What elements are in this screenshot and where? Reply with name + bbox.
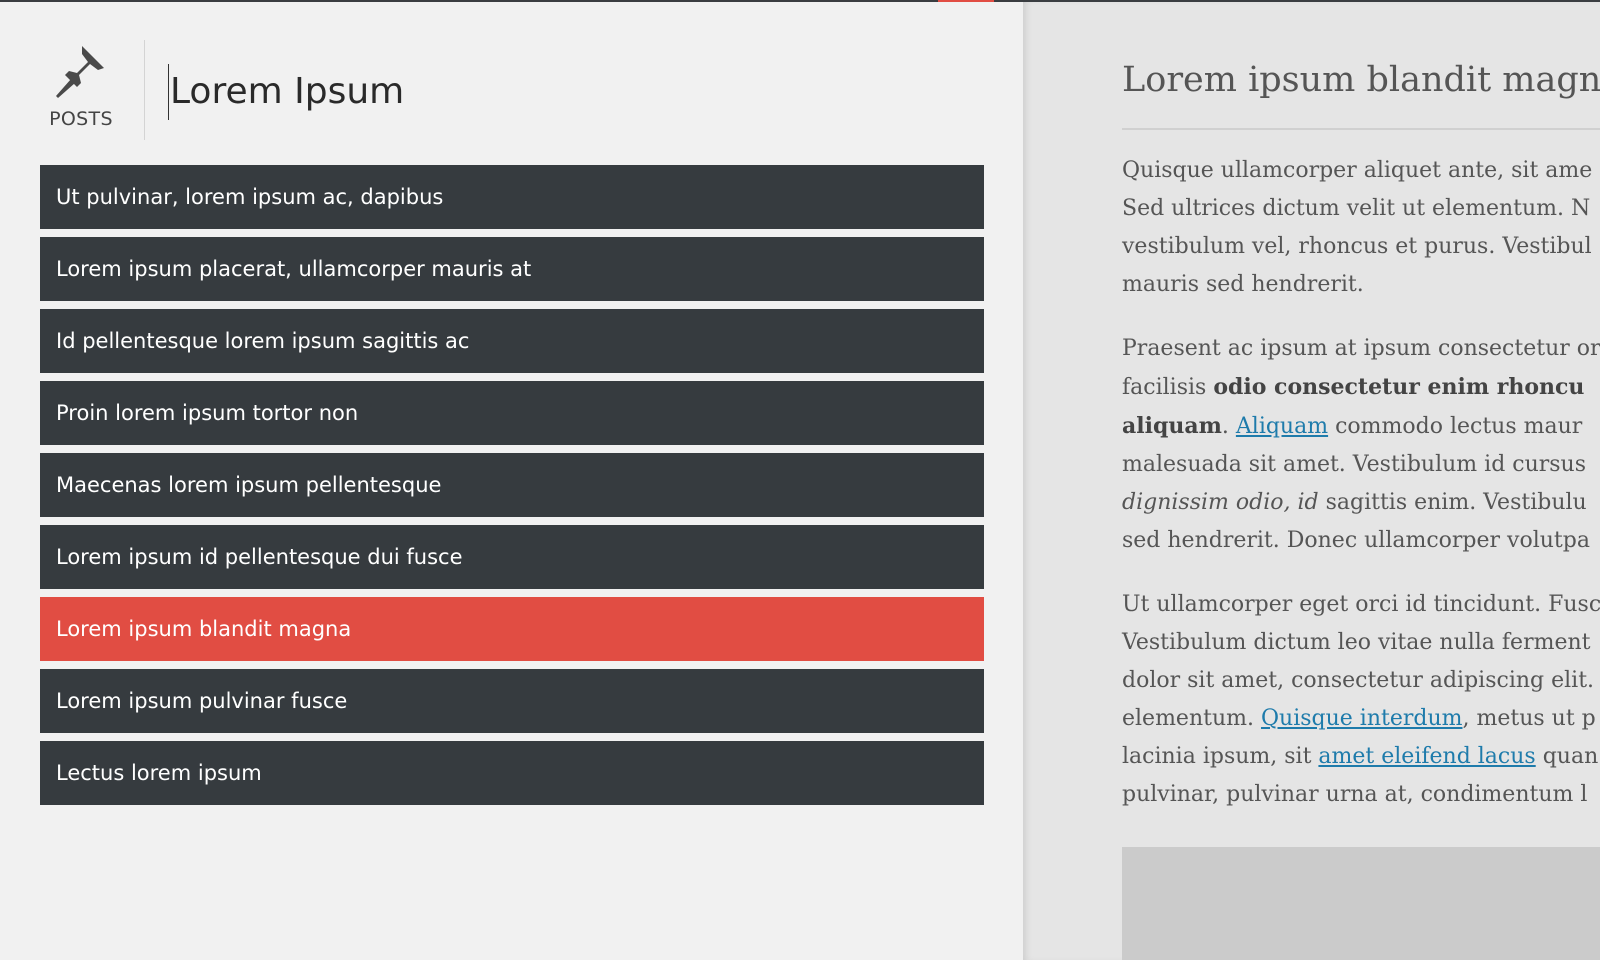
text-line: Ut ullamcorper eget orci id tincidunt. F… [1122, 592, 1600, 617]
text-line: aliquam. Aliquam commodo lectus maur [1122, 407, 1600, 446]
posts-menu[interactable]: POSTS [40, 42, 122, 140]
post-list-item[interactable]: Ut pulvinar, lorem ipsum ac, dapibus [40, 165, 984, 229]
text-run: . [1221, 414, 1236, 439]
preview-body: Quisque ullamcorper aliquet ante, sit am… [1122, 152, 1600, 840]
preview-divider [1122, 128, 1600, 130]
text-run: lacinia ipsum, sit [1122, 744, 1319, 769]
text-line: pulvinar, pulvinar urna at, condimentum … [1122, 782, 1588, 807]
text-line: malesuada sit amet. Vestibulum id cursus [1122, 452, 1587, 477]
pushpin-icon [56, 46, 104, 98]
post-preview-panel: Lorem ipsum blandit magna Quisque ullamc… [1023, 2, 1600, 960]
divider [144, 40, 145, 140]
text-line: mauris sed hendrerit. [1122, 272, 1364, 297]
post-title-input[interactable] [168, 64, 990, 120]
post-list-item[interactable]: Lectus lorem ipsum [40, 741, 984, 805]
text-line: Sed ultrices dictum velit ut elementum. … [1122, 196, 1591, 221]
text-run: elementum. [1122, 706, 1261, 731]
bold-text: aliquam [1122, 413, 1222, 439]
post-list: Ut pulvinar, lorem ipsum ac, dapibus Lor… [40, 165, 984, 813]
text-line: Vestibulum dictum leo vitae nulla fermen… [1122, 630, 1591, 655]
text-run: sagittis enim. Vestibulu [1318, 490, 1587, 515]
inline-link[interactable]: Quisque interdum [1261, 706, 1463, 731]
text-line: elementum. Quisque interdum, metus ut p [1122, 700, 1600, 738]
text-line: Praesent ac ipsum at ipsum consectetur o… [1122, 336, 1600, 361]
text-line: dignissim odio, id sagittis enim. Vestib… [1122, 484, 1600, 522]
posts-panel: POSTS Ut pulvinar, lorem ipsum ac, dapib… [0, 2, 1023, 960]
post-list-item[interactable]: Proin lorem ipsum tortor non [40, 381, 984, 445]
posts-label: POSTS [49, 108, 113, 130]
text-line: facilisis odio consectetur enim rhoncu [1122, 368, 1600, 407]
bold-text: odio consectetur enim rhoncu [1213, 374, 1585, 400]
preview-paragraph: Quisque ullamcorper aliquet ante, sit am… [1122, 152, 1600, 304]
text-line: Quisque ullamcorper aliquet ante, sit am… [1122, 158, 1593, 183]
italic-text: dignissim odio, id [1122, 490, 1319, 515]
text-line: sed hendrerit. Donec ullamcorper volutpa [1122, 528, 1590, 553]
post-list-item[interactable]: Lorem ipsum id pellentesque dui fusce [40, 525, 984, 589]
preview-paragraph: Praesent ac ipsum at ipsum consectetur o… [1122, 330, 1600, 560]
text-run: , metus ut p [1462, 706, 1596, 731]
inline-link[interactable]: Aliquam [1236, 414, 1328, 439]
post-list-item-active[interactable]: Lorem ipsum blandit magna [40, 597, 984, 661]
inline-link[interactable]: amet eleifend lacus [1318, 744, 1535, 769]
image-placeholder [1122, 847, 1600, 960]
text-run: facilisis [1122, 375, 1214, 400]
preview-title: Lorem ipsum blandit magna [1122, 60, 1600, 100]
text-run: commodo lectus maur [1328, 414, 1583, 439]
post-list-item[interactable]: Id pellentesque lorem ipsum sagittis ac [40, 309, 984, 373]
text-run: quan [1535, 744, 1599, 769]
text-line: dolor sit amet, consectetur adipiscing e… [1122, 668, 1595, 693]
preview-paragraph: Ut ullamcorper eget orci id tincidunt. F… [1122, 586, 1600, 814]
text-line: vestibulum vel, rhoncus et purus. Vestib… [1122, 234, 1592, 259]
post-list-item[interactable]: Lorem ipsum placerat, ullamcorper mauris… [40, 237, 984, 301]
post-list-item[interactable]: Lorem ipsum pulvinar fusce [40, 669, 984, 733]
post-list-item[interactable]: Maecenas lorem ipsum pellentesque [40, 453, 984, 517]
text-line: lacinia ipsum, sit amet eleifend lacus q… [1122, 738, 1600, 776]
